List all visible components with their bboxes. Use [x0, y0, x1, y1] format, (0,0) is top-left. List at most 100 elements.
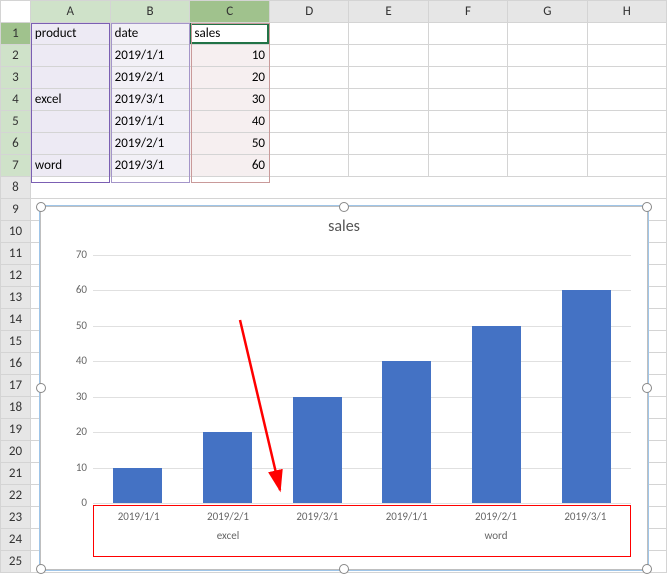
cell-E2[interactable]: [349, 45, 428, 67]
cell-F2[interactable]: [428, 45, 507, 67]
cell-H3[interactable]: [587, 67, 666, 89]
cell-H4[interactable]: [587, 89, 666, 111]
row-header-23[interactable]: 23: [1, 507, 31, 529]
cell-E7[interactable]: [349, 155, 428, 177]
row-header-6[interactable]: 6: [1, 133, 31, 155]
cell-B5[interactable]: 2019/1/1: [110, 111, 190, 133]
cell-G1[interactable]: [508, 23, 587, 45]
resize-handle-br[interactable]: [642, 564, 652, 574]
row-header-8[interactable]: 8: [1, 177, 31, 199]
row-header-15[interactable]: 15: [1, 331, 31, 353]
cell-D7[interactable]: [270, 155, 349, 177]
cell-D2[interactable]: [270, 45, 349, 67]
cell-G6[interactable]: [508, 133, 587, 155]
cell-E4[interactable]: [349, 89, 428, 111]
cell-A5[interactable]: [30, 111, 110, 133]
cell-D4[interactable]: [270, 89, 349, 111]
cell-G2[interactable]: [508, 45, 587, 67]
cell-B2[interactable]: 2019/1/1: [110, 45, 190, 67]
cell-B6[interactable]: 2019/2/1: [110, 133, 190, 155]
col-header-G[interactable]: G: [508, 1, 587, 23]
resize-handle-ml[interactable]: [36, 383, 46, 393]
cell-B3[interactable]: 2019/2/1: [110, 67, 190, 89]
cell-E6[interactable]: [349, 133, 428, 155]
chart-bar[interactable]: [472, 326, 521, 503]
cell-B1[interactable]: date: [110, 23, 190, 45]
cell-A1[interactable]: product: [30, 23, 110, 45]
row-header-16[interactable]: 16: [1, 353, 31, 375]
cell-row8[interactable]: [30, 177, 666, 199]
col-header-E[interactable]: E: [349, 1, 428, 23]
chart-bar[interactable]: [382, 361, 431, 503]
cell-D1[interactable]: [270, 23, 349, 45]
cell-C1[interactable]: sales: [190, 23, 270, 45]
cell-F4[interactable]: [428, 89, 507, 111]
row-header-20[interactable]: 20: [1, 441, 31, 463]
resize-handle-bl[interactable]: [36, 564, 46, 574]
chart-bar[interactable]: [293, 397, 342, 503]
row-header-21[interactable]: 21: [1, 463, 31, 485]
cell-B4[interactable]: 2019/3/1: [110, 89, 190, 111]
cell-H6[interactable]: [587, 133, 666, 155]
col-header-A[interactable]: A: [30, 1, 110, 23]
row-header-14[interactable]: 14: [1, 309, 31, 331]
row-header-12[interactable]: 12: [1, 265, 31, 287]
cell-F5[interactable]: [428, 111, 507, 133]
cell-C6[interactable]: 50: [190, 133, 270, 155]
cell-D5[interactable]: [270, 111, 349, 133]
row-header-19[interactable]: 19: [1, 419, 31, 441]
cell-C5[interactable]: 40: [190, 111, 270, 133]
row-header-13[interactable]: 13: [1, 287, 31, 309]
cell-A3[interactable]: [30, 67, 110, 89]
cell-F1[interactable]: [428, 23, 507, 45]
row-header-7[interactable]: 7: [1, 155, 31, 177]
cell-A7[interactable]: word: [30, 155, 110, 177]
row-header-3[interactable]: 3: [1, 67, 31, 89]
col-header-F[interactable]: F: [428, 1, 507, 23]
cell-G5[interactable]: [508, 111, 587, 133]
cell-G3[interactable]: [508, 67, 587, 89]
cell-F7[interactable]: [428, 155, 507, 177]
cell-C2[interactable]: 10: [190, 45, 270, 67]
cell-C4[interactable]: 30: [190, 89, 270, 111]
cell-E3[interactable]: [349, 67, 428, 89]
col-header-H[interactable]: H: [587, 1, 666, 23]
resize-handle-mr[interactable]: [642, 383, 652, 393]
row-header-10[interactable]: 10: [1, 221, 31, 243]
row-header-5[interactable]: 5: [1, 111, 31, 133]
chart-bar[interactable]: [113, 468, 162, 503]
row-header-24[interactable]: 24: [1, 529, 31, 551]
cell-A6[interactable]: [30, 133, 110, 155]
cell-A2[interactable]: [30, 45, 110, 67]
cell-H1[interactable]: [587, 23, 666, 45]
cell-E5[interactable]: [349, 111, 428, 133]
chart-object[interactable]: sales 010203040506070 2019/1/12019/2/120…: [40, 206, 648, 570]
cell-B7[interactable]: 2019/3/1: [110, 155, 190, 177]
chart-x-axis-labels[interactable]: 2019/1/12019/2/12019/3/1excel2019/1/1201…: [93, 505, 631, 557]
chart-bar[interactable]: [562, 290, 611, 503]
resize-handle-tc[interactable]: [339, 202, 349, 212]
cell-E1[interactable]: [349, 23, 428, 45]
cell-H2[interactable]: [587, 45, 666, 67]
cell-D6[interactable]: [270, 133, 349, 155]
cell-H7[interactable]: [587, 155, 666, 177]
select-all-corner[interactable]: [1, 1, 31, 23]
cell-F3[interactable]: [428, 67, 507, 89]
cell-G4[interactable]: [508, 89, 587, 111]
resize-handle-tr[interactable]: [642, 202, 652, 212]
row-header-22[interactable]: 22: [1, 485, 31, 507]
resize-handle-bc[interactable]: [339, 564, 349, 574]
chart-title[interactable]: sales: [41, 217, 647, 236]
chart-plot-area[interactable]: 010203040506070: [93, 255, 631, 503]
row-header-25[interactable]: 25: [1, 551, 31, 573]
row-header-9[interactable]: 9: [1, 199, 31, 221]
row-header-11[interactable]: 11: [1, 243, 31, 265]
cell-A4[interactable]: excel: [30, 89, 110, 111]
cell-G7[interactable]: [508, 155, 587, 177]
cell-C7[interactable]: 60: [190, 155, 270, 177]
cell-H5[interactable]: [587, 111, 666, 133]
row-header-18[interactable]: 18: [1, 397, 31, 419]
col-header-B[interactable]: B: [110, 1, 190, 23]
row-header-17[interactable]: 17: [1, 375, 31, 397]
chart-bar[interactable]: [203, 432, 252, 503]
